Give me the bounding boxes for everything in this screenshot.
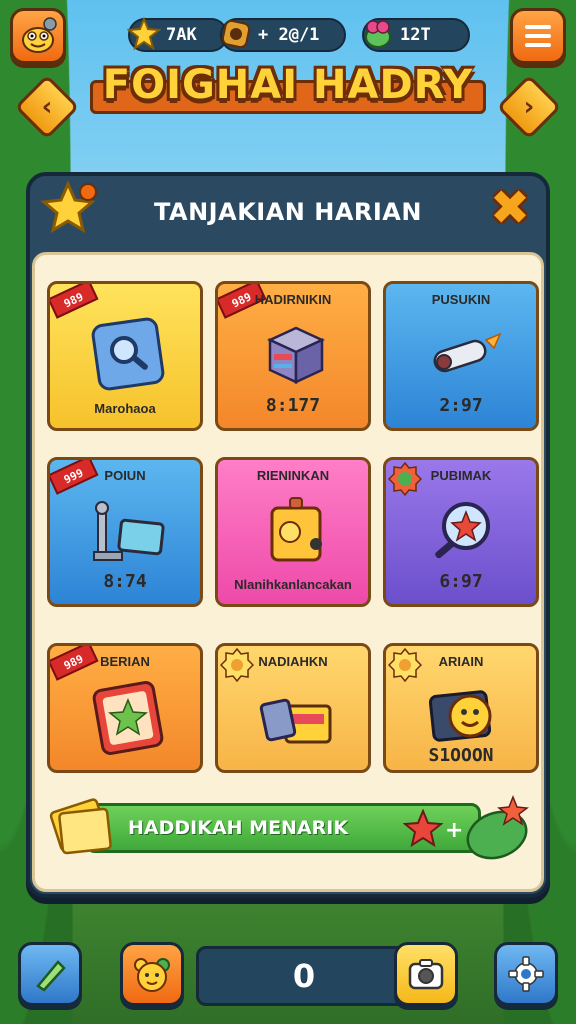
bear-face-icon <box>134 958 170 992</box>
close-button[interactable]: ✖ <box>486 180 534 236</box>
tickets-icon <box>49 798 112 855</box>
star-badge-icon <box>40 180 97 234</box>
score-slot: 0 <box>196 946 412 1006</box>
challenge-card-2[interactable]: 989 HADIRNIKIN 8:177 <box>215 281 371 431</box>
card-title: NADIAHKN <box>258 654 328 669</box>
gems-counter: 12T <box>362 18 470 52</box>
star-icon <box>124 14 164 54</box>
panel-header: TANJAKIAN HARIAN ✖ <box>30 176 546 248</box>
game-title: FOIGHAI HADRY <box>102 62 474 108</box>
coin-icon <box>216 14 256 54</box>
card-title: POIUN <box>104 468 146 483</box>
challenge-card-5[interactable]: RIENINKAN Nlanihkanlancakan <box>215 457 371 607</box>
challenge-grid: 989 Marohaoa 989 HADIRNIKIN 8:177 PUSUKI… <box>32 252 544 892</box>
leaf-star-icon <box>466 794 529 860</box>
tool-button[interactable] <box>18 942 82 1006</box>
coins-value: + 2@/1 <box>258 25 320 45</box>
challenge-card-7[interactable]: 989 BERIAN <box>47 643 203 773</box>
profile-button[interactable] <box>10 8 66 64</box>
top-bar: 7AK + 2@/1 12T <box>10 8 566 64</box>
magnifier-tile-icon <box>91 317 165 391</box>
challenge-card-3[interactable]: PUSUKIN 2:97 <box>383 281 539 431</box>
stars-counter: 7AK <box>127 17 228 52</box>
card-title: RIENINKAN <box>256 468 330 483</box>
menu-button[interactable] <box>510 8 566 64</box>
camera-button[interactable] <box>394 942 458 1006</box>
chevron-left-icon: ‹ <box>41 92 53 122</box>
card-timer: 2:97 <box>439 395 483 416</box>
horn-icon <box>36 960 66 992</box>
chevron-right-icon: › <box>523 92 535 122</box>
challenge-card-1[interactable]: 989 Marohaoa <box>47 281 203 431</box>
card-footer: Nlanihkanlancakan <box>234 577 352 592</box>
challenge-card-6[interactable]: PUBIMAK 6:97 <box>383 457 539 607</box>
challenge-card-9[interactable]: ARIAIN S1OOON <box>383 643 539 773</box>
challenge-card-4[interactable]: 999 POIUN 8:74 <box>47 457 203 607</box>
close-icon: ✖ <box>489 180 531 236</box>
reward-label: HADDIKAH MENARIK <box>128 817 349 839</box>
gem-creature-icon <box>358 14 398 54</box>
emoji-card-icon <box>428 690 492 742</box>
card-footer: Marohaoa <box>94 401 156 416</box>
score-value: 0 <box>292 957 316 995</box>
card-title: ARIAIN <box>438 654 484 669</box>
challenge-card-8[interactable]: NADIAHKN <box>215 643 371 773</box>
daily-challenge-panel: TANJAKIAN HARIAN ✖ 989 Marohaoa 989 HADI… <box>26 172 550 898</box>
card-timer: 6:97 <box>439 571 483 592</box>
coins-counter: + 2@/1 <box>220 18 346 52</box>
stars-value: 7AK <box>166 25 197 45</box>
star-card-icon <box>92 681 164 755</box>
panel-title: TANJAKIAN HARIAN <box>154 198 422 226</box>
pet-button[interactable] <box>120 942 184 1006</box>
card-timer: 8:74 <box>103 571 147 592</box>
star-plus-icon: + <box>403 809 463 848</box>
gift-box-icon <box>259 698 332 744</box>
card-title: PUBIMAK <box>430 468 492 483</box>
monster-avatar-icon <box>22 17 57 53</box>
camera-icon <box>408 959 444 990</box>
card-title: BERIAN <box>100 654 150 669</box>
rocket-icon <box>433 332 502 373</box>
cube-building-icon <box>267 326 325 384</box>
bottom-bar: 0 <box>16 938 560 1012</box>
sun-box-icon <box>270 497 322 562</box>
card-title: HADIRNIKIN <box>254 292 332 307</box>
gear-icon <box>508 956 544 992</box>
reward-bar[interactable]: HADDIKAH MENARIK + <box>45 791 531 865</box>
screen-stand-icon <box>93 501 165 561</box>
settings-button[interactable] <box>494 942 558 1006</box>
menu-icon <box>525 25 551 47</box>
star-magnifier-icon <box>435 502 490 559</box>
card-title: PUSUKIN <box>431 292 491 307</box>
card-footer: S1OOON <box>428 745 494 766</box>
title-banner: FOIGHAI HADRY <box>80 58 496 128</box>
card-timer: 8:177 <box>265 395 321 416</box>
gems-value: 12T <box>400 25 431 45</box>
